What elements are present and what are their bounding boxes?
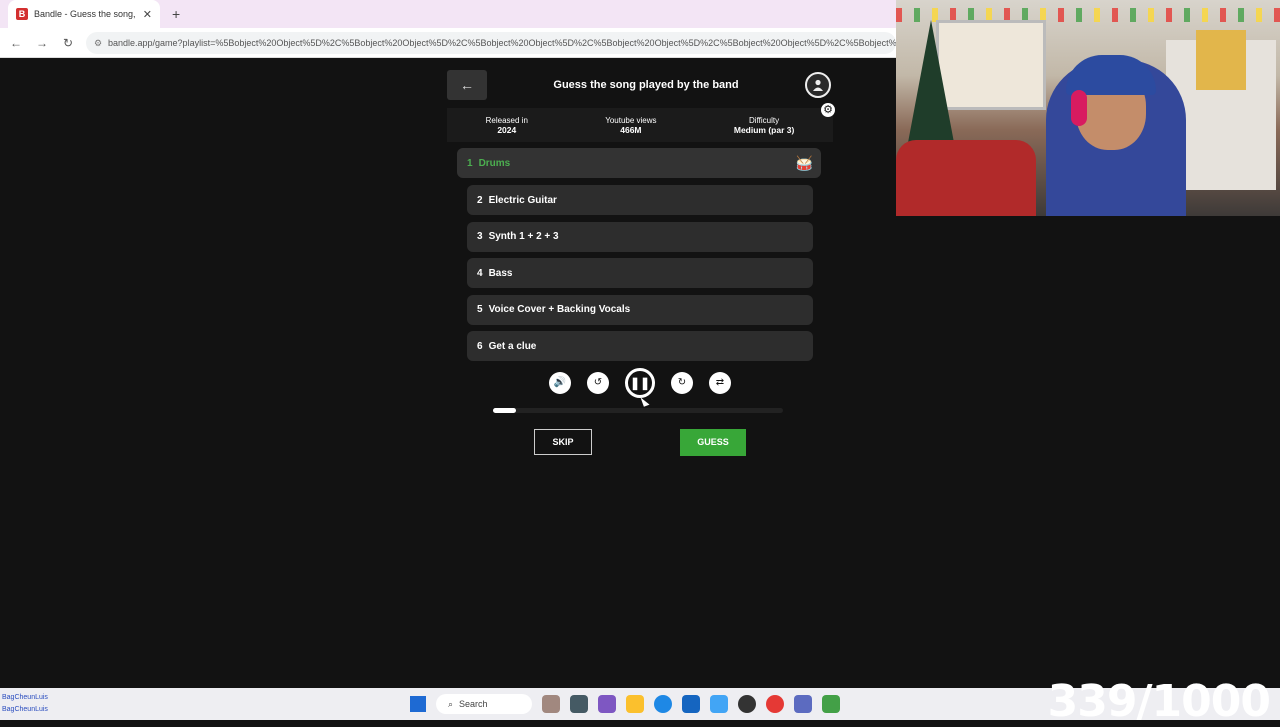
track-number: 3 [477, 231, 483, 243]
track-voice[interactable]: 5 Voice Cover + Backing Vocals [467, 294, 813, 325]
difficulty-value: Medium (par 3) [733, 124, 795, 135]
guess-button[interactable]: GUESS [680, 428, 746, 456]
app-icon[interactable] [710, 695, 728, 713]
loop-off-icon[interactable]: ⇄ [709, 371, 731, 394]
skip-button[interactable]: SKIP [534, 428, 592, 455]
search-icon: ⌕ [448, 699, 454, 709]
difficulty-label: Difficulty [749, 115, 780, 125]
gaming-chair [896, 140, 1036, 216]
address-bar[interactable]: ⚙ bandle.app/game?playlist=%5Bobject%20Ob… [86, 31, 896, 54]
browser-toolbar: ← → ↻ ⚙ bandle.app/game?playlist=%5Bobjec… [0, 28, 896, 58]
taskbar-icons: ⌕ Search [410, 694, 840, 714]
arrow-left-icon: ← [460, 77, 474, 93]
edge-icon[interactable] [654, 695, 672, 713]
taskbar-search[interactable]: ⌕ Search [436, 694, 532, 714]
game-header: ← Guess the song played by the band [447, 70, 833, 100]
track-bass[interactable]: 4 Bass [467, 258, 813, 289]
views-info: Youtube views 466M [605, 116, 656, 135]
reload-icon[interactable]: ↻ [60, 36, 76, 50]
track-electric-guitar[interactable]: 2 Electric Guitar [467, 185, 813, 215]
streamer-cap [1066, 55, 1156, 95]
user-icon [812, 79, 823, 91]
headphones [1071, 90, 1087, 126]
views-label: Youtube views [605, 115, 657, 125]
browser-chrome: B Bandle - Guess the song, or ✕ + ← → ↻ … [0, 0, 896, 58]
close-tab-icon[interactable]: ✕ [143, 8, 152, 21]
track-label: Get a clue [488, 340, 537, 352]
back-icon[interactable]: ← [8, 36, 24, 50]
track-label: Drums [478, 157, 511, 169]
room-window [936, 20, 1046, 110]
profile-button[interactable] [804, 72, 831, 98]
file-explorer-icon[interactable] [626, 695, 644, 713]
track-label: Bass [488, 267, 513, 279]
app-icon[interactable] [822, 695, 840, 713]
progress-fill [493, 407, 517, 413]
taskbar-user-line: BagCheunLuis [2, 694, 48, 701]
track-label: Synth 1 + 2 + 3 [488, 231, 559, 243]
track-list: 1 Drums 🥁 2 Electric Guitar 3 Synth 1 + … [447, 148, 833, 362]
difficulty-info: Difficulty Medium (par 3) [734, 116, 794, 135]
app-icon[interactable] [542, 695, 560, 713]
track-number: 4 [477, 267, 483, 279]
player-controls: 🔊 ↺ ❚❚ ↻ ⇄ [447, 367, 833, 398]
webcam-overlay [896, 0, 1280, 216]
track-label: Electric Guitar [488, 194, 557, 206]
track-number: 1 [467, 157, 473, 169]
song-info: Released in 2024 Youtube views 466M Diff… [447, 103, 835, 142]
search-label: Search [459, 699, 488, 709]
track-number: 2 [477, 194, 483, 206]
taskbar-user-line: BagCheunLuis [2, 706, 48, 713]
back-button[interactable]: ← [447, 70, 487, 100]
browser-tab[interactable]: B Bandle - Guess the song, or ✕ [8, 0, 160, 28]
track-clue[interactable]: 6 Get a clue [467, 331, 813, 362]
track-number: 5 [477, 304, 483, 316]
forward-5-icon[interactable]: ↻ [671, 371, 693, 394]
track-label: Voice Cover + Backing Vocals [488, 304, 631, 316]
site-info-icon[interactable]: ⚙ [94, 32, 104, 54]
track-number: 6 [477, 340, 483, 352]
new-tab-icon[interactable]: + [172, 6, 180, 22]
pause-icon[interactable]: ❚❚ [625, 367, 655, 398]
discord-icon[interactable] [794, 695, 812, 713]
task-view-icon[interactable] [570, 695, 588, 713]
track-synth[interactable]: 3 Synth 1 + 2 + 3 [467, 221, 813, 252]
tab-title: Bandle - Guess the song, or [34, 9, 137, 19]
rewind-5-icon[interactable]: ↺ [587, 371, 609, 394]
url-text: bandle.app/game?playlist=%5Bobject%20Obj… [108, 37, 896, 48]
taskbar-user: BagCheunLuis BagCheunLuis [2, 692, 48, 716]
obs-icon[interactable] [738, 695, 756, 713]
action-buttons: SKIP GUESS [447, 428, 833, 456]
poster [1196, 30, 1246, 90]
app-icon[interactable] [598, 695, 616, 713]
chrome-icon[interactable] [766, 695, 784, 713]
forward-icon[interactable]: → [34, 36, 50, 50]
released-info: Released in 2024 [486, 116, 528, 135]
windows-start-icon[interactable] [410, 696, 426, 712]
bandle-favicon-icon: B [16, 8, 28, 20]
views-value: 466M [620, 124, 642, 135]
page-title: Guess the song played by the band [553, 79, 739, 91]
track-drums[interactable]: 1 Drums 🥁 [457, 148, 821, 178]
store-icon[interactable] [682, 695, 700, 713]
overlay-counter: 339/1000 [1047, 676, 1271, 727]
playback-progress[interactable] [493, 407, 783, 413]
gear-icon[interactable]: ⚙ [821, 103, 835, 117]
volume-icon[interactable]: 🔊 [549, 371, 571, 394]
drum-kit-icon: 🥁 [795, 154, 813, 171]
released-value: 2024 [497, 124, 517, 135]
released-label: Released in [485, 115, 528, 125]
tab-bar: B Bandle - Guess the song, or ✕ + [0, 0, 896, 28]
